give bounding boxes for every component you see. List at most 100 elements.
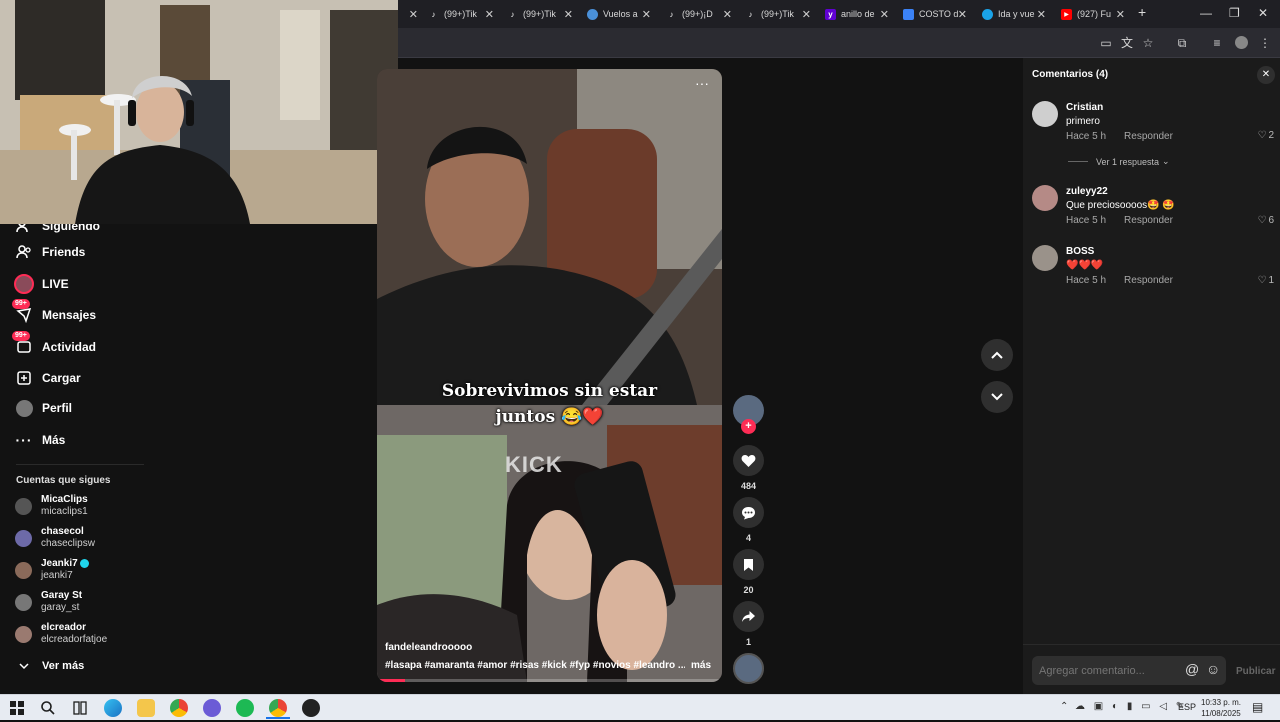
sidebar-item-live[interactable]: LIVE (14, 274, 69, 294)
comment-input[interactable] (1039, 663, 1179, 678)
reading-list-icon[interactable]: ≡ (1210, 36, 1224, 50)
browser-tab[interactable]: ▶ (927) Fu ✕ (1061, 4, 1125, 24)
new-tab-button[interactable]: + (1138, 4, 1146, 20)
translate-icon[interactable]: 文 (1120, 36, 1134, 50)
close-tab-icon[interactable]: ✕ (880, 8, 889, 21)
comment-button[interactable] (733, 497, 764, 528)
avatar[interactable] (1032, 101, 1058, 127)
comment-like-button[interactable]: ♡ 6 (1257, 215, 1274, 226)
edge-icon[interactable] (104, 699, 122, 717)
cast-icon[interactable]: ▭ (1099, 36, 1113, 50)
video-progress-track[interactable] (377, 679, 722, 682)
bookmark-star-icon[interactable]: ☆ (1141, 36, 1155, 50)
followed-account[interactable]: Garay St garay_st (15, 590, 82, 614)
comment-like-button[interactable]: ♡ 2 (1257, 130, 1274, 141)
file-explorer-icon[interactable] (137, 699, 155, 717)
profile-avatar-icon[interactable] (1234, 36, 1248, 50)
share-button[interactable] (733, 601, 764, 632)
emoji-icon[interactable]: ☺ (1206, 661, 1220, 677)
app-icon[interactable] (203, 699, 221, 717)
verified-badge-icon (80, 558, 90, 568)
search-icon[interactable] (39, 699, 57, 717)
video-author[interactable]: fandeleandrooooo (385, 642, 472, 653)
close-tab-icon[interactable]: ✕ (1037, 8, 1046, 21)
language-indicator[interactable]: ESP (1178, 702, 1196, 712)
comment-input-box[interactable]: @ ☺ (1032, 656, 1226, 685)
reply-button[interactable]: Responder (1124, 215, 1173, 226)
comment-user[interactable]: Cristian (1066, 102, 1191, 113)
sidebar-item-more[interactable]: ··· Más (14, 430, 66, 450)
task-view-icon[interactable] (71, 699, 89, 717)
close-tab-icon[interactable]: ✕ (802, 8, 811, 21)
previous-video-button[interactable] (981, 339, 1013, 371)
browser-menu-icon[interactable]: ⋮ (1258, 36, 1272, 50)
tray-icons[interactable]: ☁ ▣ ◐ ▮ ▭ ◁ ✎ (1075, 701, 1187, 712)
comment-like-button[interactable]: ♡ 1 (1257, 275, 1274, 286)
video-hashtags[interactable]: #lasapa #amaranta #amor #risas #kick #fy… (385, 660, 685, 671)
close-window-button[interactable]: ✕ (1258, 6, 1268, 20)
video-options-icon[interactable]: ··· (695, 75, 709, 91)
app-icon[interactable] (302, 699, 320, 717)
spotify-icon[interactable] (236, 699, 254, 717)
video-player[interactable]: Sobrevivimos sin estar juntos 😂❤️ KICK ·… (377, 69, 722, 682)
upload-icon (14, 368, 34, 388)
follow-plus-button[interactable]: + (741, 419, 756, 434)
close-tab-icon[interactable]: ✕ (642, 8, 651, 21)
tray-chevron-icon[interactable]: ⌃ (1060, 701, 1068, 712)
extensions-icon[interactable]: ⧉ (1175, 36, 1189, 50)
sidebar-item-messages[interactable]: 99+ Mensajes (12, 299, 96, 325)
chrome-icon[interactable] (170, 699, 188, 717)
browser-tab[interactable]: ♪ (99+)Tik ✕ (507, 4, 574, 24)
video-more-link[interactable]: más (691, 660, 711, 671)
restore-button[interactable]: ❐ (1229, 6, 1240, 20)
minimize-button[interactable]: — (1200, 6, 1212, 20)
followed-account[interactable]: chasecol chaseclipsw (15, 526, 95, 550)
clock[interactable]: 10:33 p. m. 11/08/2025 (1201, 697, 1241, 719)
notifications-icon[interactable]: ▤ (1252, 700, 1263, 714)
taskbar: ⌃ ☁ ▣ ◐ ▮ ▭ ◁ ✎ ESP 10:33 p. m. 11/08/20… (0, 694, 1280, 720)
divider (16, 464, 144, 465)
close-tab-icon[interactable]: ✕ (564, 8, 573, 21)
mention-icon[interactable]: @ (1185, 661, 1199, 677)
browser-tab[interactable]: ♪ (99+)¡D ✕ (666, 4, 733, 24)
sidebar-item-upload[interactable]: Cargar (14, 368, 81, 388)
close-tab-icon[interactable]: ✕ (958, 8, 967, 21)
save-button[interactable] (733, 549, 764, 580)
comment-like-count: 1 (1268, 275, 1274, 286)
comment-user[interactable]: zuleyy22 (1066, 186, 1191, 197)
comment-user[interactable]: BOSS (1066, 246, 1191, 257)
sidebar-item-profile[interactable]: Perfil (14, 398, 72, 418)
browser-tab[interactable]: ♪ (99+)Tik ✕ (745, 4, 812, 24)
close-comments-button[interactable]: ✕ (1257, 66, 1275, 84)
view-replies-button[interactable]: Ver 1 respuesta ⌄ (1068, 156, 1170, 167)
followed-account[interactable]: elcreador elcreadorfatjoe (15, 622, 107, 646)
close-tab-icon[interactable]: ✕ (723, 8, 732, 21)
close-tab-icon[interactable]: ✕ (409, 8, 418, 21)
reply-button[interactable]: Responder (1124, 275, 1173, 286)
reply-button[interactable]: Responder (1124, 131, 1173, 142)
browser-tab[interactable]: COSTO d ✕ (903, 4, 967, 24)
like-button[interactable] (733, 445, 764, 476)
sidebar-item-label: Perfil (42, 401, 73, 415)
browser-tab[interactable]: Vuelos a ✕ (587, 4, 651, 24)
browser-tab[interactable]: ♪ (99+)Tik ✕ (428, 4, 495, 24)
avatar[interactable] (1032, 185, 1058, 211)
comment-text: primero (1066, 116, 1100, 127)
close-tab-icon[interactable]: ✕ (1116, 8, 1125, 21)
followed-account[interactable]: Jeanki7 jeanki7 (15, 558, 90, 582)
sidebar-item-activity[interactable]: 99+ Actividad (12, 331, 96, 357)
sidebar-item-friends[interactable]: Friends (14, 242, 85, 262)
next-video-button[interactable] (981, 381, 1013, 413)
music-disc-avatar[interactable] (733, 653, 764, 684)
close-tab-icon[interactable]: ✕ (485, 8, 494, 21)
windows-start-icon[interactable] (8, 699, 26, 717)
browser-tab[interactable]: y anillo de ✕ (825, 4, 889, 24)
publish-button[interactable]: Publicar (1236, 666, 1275, 677)
see-more-button[interactable]: Ver más (14, 656, 84, 676)
browser-tab[interactable]: ✕ (404, 4, 418, 24)
browser-tab[interactable]: Ida y vue ✕ (982, 4, 1046, 24)
avatar[interactable] (1032, 245, 1058, 271)
webcam-scene (0, 0, 398, 224)
chrome-active-icon[interactable] (269, 699, 287, 717)
followed-account[interactable]: MicaClips micaclips1 (15, 494, 88, 518)
